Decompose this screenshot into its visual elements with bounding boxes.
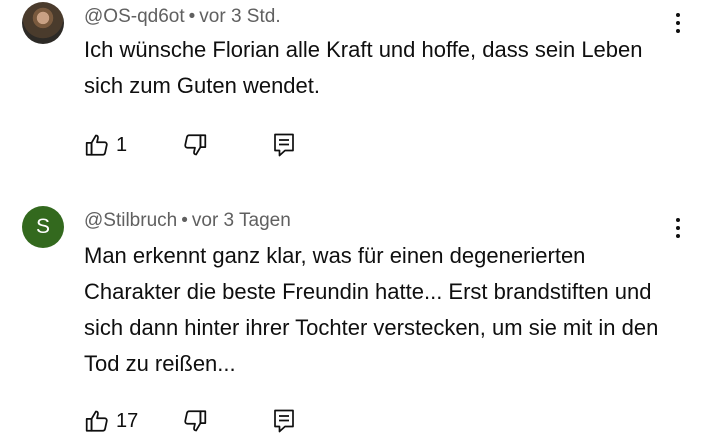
comment-time[interactable]: vor 3 Std.: [199, 6, 280, 27]
comment-author[interactable]: @OS-qd6ot: [84, 6, 185, 27]
reply-icon: [272, 132, 296, 158]
like-count: 1: [116, 133, 128, 156]
dislike-button[interactable]: [182, 130, 208, 160]
comment-actions: 1: [84, 130, 384, 160]
like-button[interactable]: 17: [84, 406, 138, 436]
comment-text: Man erkennt ganz klar, was für einen deg…: [84, 243, 659, 376]
reply-button[interactable]: [272, 130, 296, 160]
comment-item: S @Stilbruch • vor 3 Tagen Man erkennt gan…: [0, 200, 720, 444]
avatar-letter: S: [35, 215, 50, 238]
comment-meta: @OS-qd6ot • vor 3 Std.: [84, 6, 281, 28]
thumbs-down-icon: [182, 408, 208, 434]
avatar[interactable]: S: [22, 206, 64, 248]
comment-item: @OS-qd6ot • vor 3 Std. Ich wünsche Florian…: [0, 0, 720, 180]
reply-button[interactable]: [272, 406, 296, 436]
meta-separator: •: [188, 6, 196, 27]
reply-icon: [272, 408, 296, 434]
like-count: 17: [116, 409, 139, 432]
dislike-button[interactable]: [182, 406, 208, 436]
thumbs-down-icon: [182, 132, 208, 158]
thumbs-up-icon: [84, 408, 110, 434]
meta-separator: •: [181, 210, 188, 231]
avatar[interactable]: [22, 2, 64, 44]
comment-meta: @Stilbruch • vor 3 Tagen: [84, 210, 291, 232]
more-vert-icon[interactable]: [668, 213, 688, 243]
like-button[interactable]: 1: [84, 130, 127, 160]
more-vert-icon[interactable]: [668, 8, 688, 38]
comment-author[interactable]: @Stilbruch: [84, 210, 177, 231]
thumbs-up-icon: [84, 132, 110, 158]
comment-actions: 17: [84, 406, 384, 436]
comment-text: Ich wünsche Florian alle Kraft und hoffe…: [84, 37, 643, 98]
comment-time[interactable]: vor 3 Tagen: [192, 210, 291, 231]
